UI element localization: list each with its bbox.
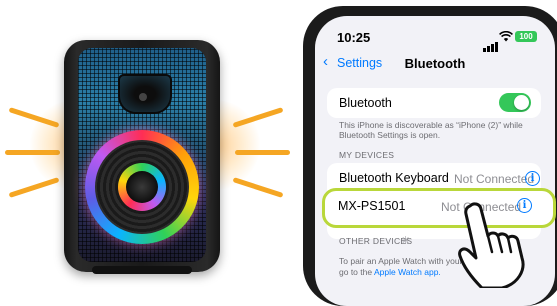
tweeter-dot (139, 93, 147, 101)
speaker-illustration (0, 0, 300, 288)
device-name[interactable]: Bluetooth Keyboard (339, 171, 449, 185)
my-devices-header: MY DEVICES (339, 150, 395, 160)
wifi-icon (499, 29, 513, 47)
sound-wave-icon (8, 177, 60, 198)
status-bar: 10:25 100 (315, 16, 555, 52)
toggle-knob (514, 95, 529, 110)
device-status: Not Connected (454, 172, 535, 186)
sound-wave-icon (235, 150, 290, 155)
speaker-base (92, 266, 192, 274)
navigation-bar: ‹ Settings Bluetooth (315, 52, 555, 76)
bluetooth-toggle-row: Bluetooth (327, 88, 541, 118)
sound-wave-icon (5, 150, 60, 155)
speaker-woofer-cap (126, 171, 158, 203)
status-time: 10:25 (337, 30, 371, 45)
device-name: MX-PS1501 (338, 199, 406, 213)
discoverable-note: This iPhone is discoverable as “iPhone (… (339, 120, 523, 140)
battery-icon: 100 (515, 31, 537, 42)
page-title: Bluetooth (404, 56, 466, 71)
bluetooth-toggle[interactable] (499, 93, 531, 112)
sound-wave-icon (232, 177, 284, 198)
info-icon[interactable]: i (525, 171, 540, 186)
bluetooth-label: Bluetooth (339, 96, 392, 110)
pointing-hand-icon (458, 202, 525, 288)
cellular-signal-icon (483, 34, 499, 52)
